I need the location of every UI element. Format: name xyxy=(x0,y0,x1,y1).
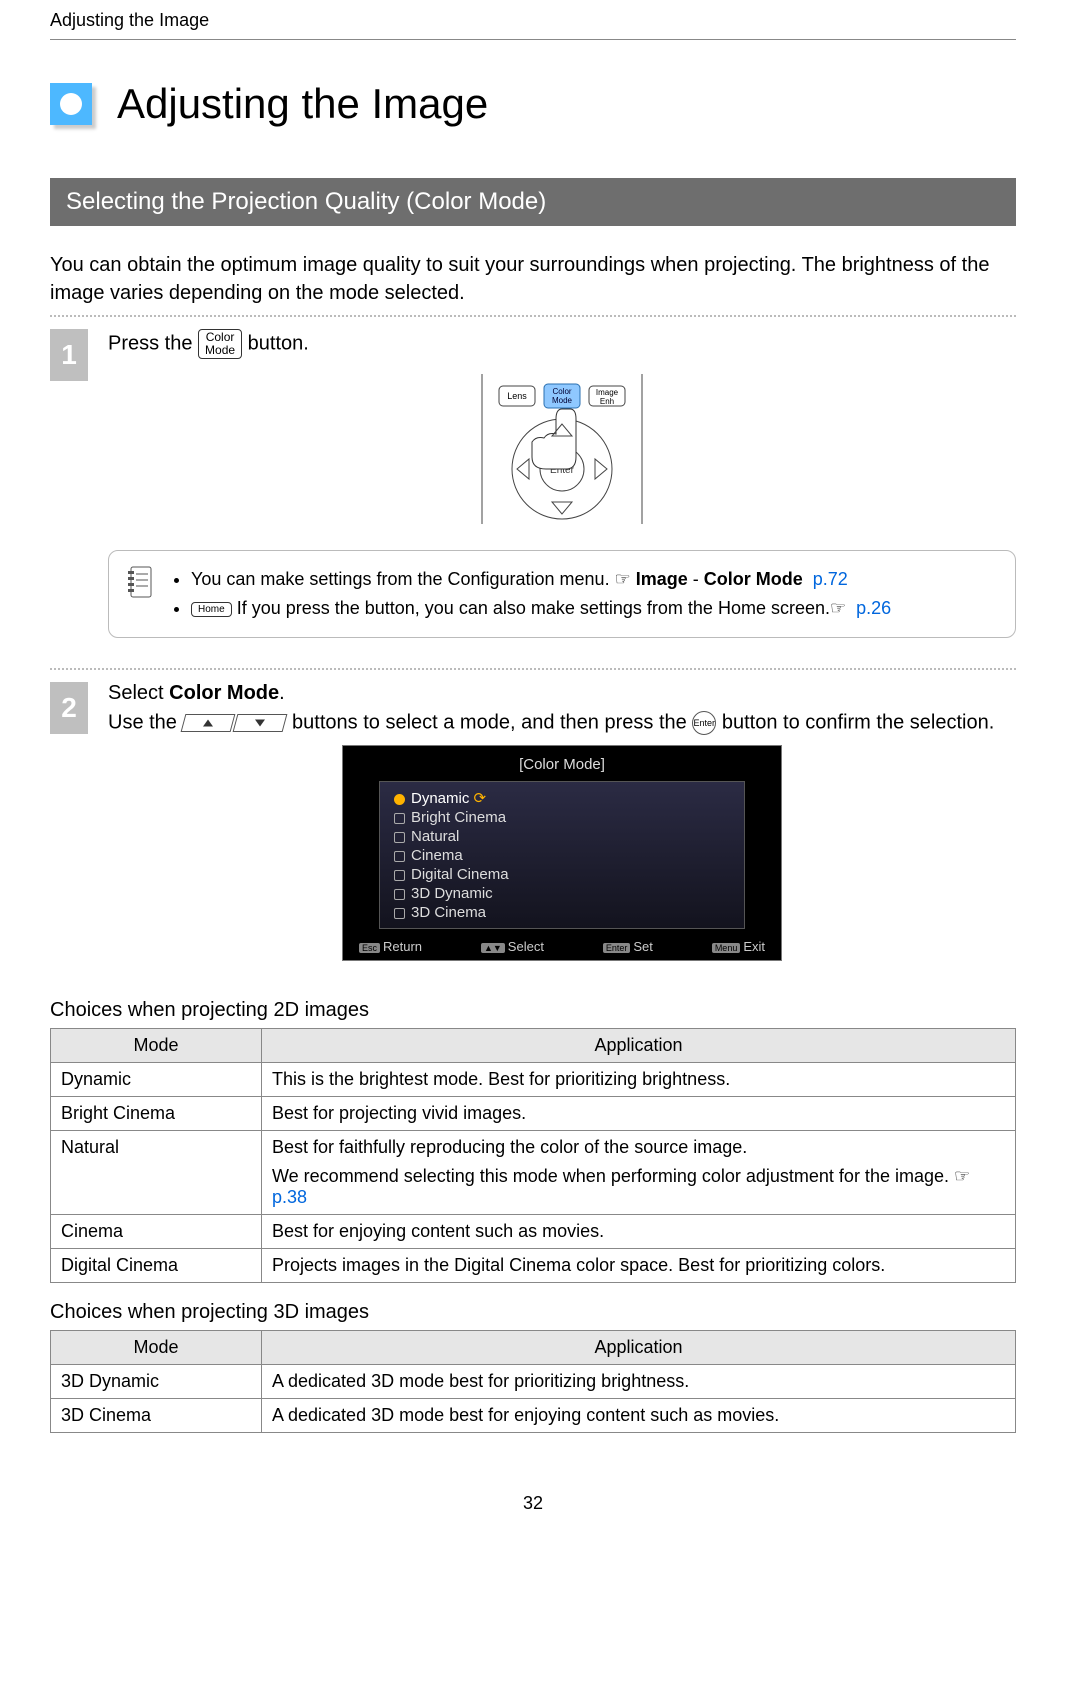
section-heading: Selecting the Projection Quality (Color … xyxy=(50,178,1016,226)
menu-item: Dynamic ⟳ xyxy=(380,788,744,808)
step-1: 1 Press the Color Mode button. Enter Len… xyxy=(50,329,1016,658)
menu-foot-return: EscReturn xyxy=(359,939,422,954)
table-row: 3D DynamicA dedicated 3D mode best for p… xyxy=(51,1364,1016,1398)
th-mode: Mode xyxy=(51,1330,262,1364)
pointer-icon: ☞ xyxy=(615,569,636,589)
th-app: Application xyxy=(262,1330,1016,1364)
table-2d-modes: Mode Application DynamicThis is the brig… xyxy=(50,1028,1016,1283)
menu-item: Cinema xyxy=(380,846,744,865)
step-number: 1 xyxy=(50,329,88,381)
note-line-2: Home If you press the button, you can al… xyxy=(191,594,891,623)
imageenh-label: Image xyxy=(596,388,619,397)
enter-button-icon: Enter xyxy=(692,711,716,735)
th-mode: Mode xyxy=(51,1028,262,1062)
link-p26[interactable]: p.26 xyxy=(856,598,891,618)
menu-item: Natural xyxy=(380,827,744,846)
table-row: 3D CinemaA dedicated 3D mode best for en… xyxy=(51,1398,1016,1432)
title-row: Adjusting the Image xyxy=(50,80,1016,128)
link-p38[interactable]: p.38 xyxy=(272,1187,307,1207)
menu-foot-set: EnterSet xyxy=(603,939,653,954)
intro-paragraph: You can obtain the optimum image quality… xyxy=(50,251,1016,307)
step1-text-before: Press the xyxy=(108,332,198,354)
pointer-icon: ☞ xyxy=(830,598,846,618)
lens-label: Lens xyxy=(507,391,527,401)
note-icon xyxy=(127,565,155,599)
table3d-caption: Choices when projecting 3D images xyxy=(50,1301,1016,1324)
table-row: CinemaBest for enjoying content such as … xyxy=(51,1214,1016,1248)
link-p72[interactable]: p.72 xyxy=(813,569,848,589)
down-button-icon xyxy=(233,714,288,732)
menu-item: Digital Cinema xyxy=(380,865,744,884)
separator xyxy=(50,668,1016,670)
table-row: DynamicThis is the brightest mode. Best … xyxy=(51,1062,1016,1096)
table-row: Digital CinemaProjects images in the Dig… xyxy=(51,1248,1016,1282)
running-head: Adjusting the Image xyxy=(50,0,1016,40)
table2d-caption: Choices when projecting 2D images xyxy=(50,999,1016,1022)
menu-item: 3D Cinema xyxy=(380,903,744,922)
menu-foot-exit: MenuExit xyxy=(712,939,765,954)
bullet-icon xyxy=(50,83,92,125)
menu-item: 3D Dynamic xyxy=(380,884,744,903)
step-number: 2 xyxy=(50,682,88,734)
note-box: You can make settings from the Configura… xyxy=(108,550,1016,638)
colormode-label: Color xyxy=(552,387,571,396)
page-title: Adjusting the Image xyxy=(117,80,488,128)
separator xyxy=(50,315,1016,317)
menu-screenshot: [Color Mode] Dynamic ⟳Bright CinemaNatur… xyxy=(342,745,782,961)
color-mode-button-icon: Color Mode xyxy=(198,329,242,359)
table-3d-modes: Mode Application 3D DynamicA dedicated 3… xyxy=(50,1330,1016,1433)
home-button-icon: Home xyxy=(191,602,232,617)
remote-figure: Enter Lens Color Mode Image Enh xyxy=(108,374,1016,530)
table-row: Bright CinemaBest for projecting vivid i… xyxy=(51,1096,1016,1130)
svg-text:Enh: Enh xyxy=(600,397,614,406)
menu-title: [Color Mode] xyxy=(347,750,777,777)
th-app: Application xyxy=(262,1028,1016,1062)
up-button-icon xyxy=(181,714,236,732)
note-line-1: You can make settings from the Configura… xyxy=(191,565,891,594)
step-2: 2 Select Color Mode. Use the buttons to … xyxy=(50,682,1016,981)
page-number: 32 xyxy=(50,1493,1016,1514)
table-row: NaturalBest for faithfully reproducing t… xyxy=(51,1130,1016,1214)
menu-item: Bright Cinema xyxy=(380,808,744,827)
svg-text:Mode: Mode xyxy=(552,396,573,405)
menu-foot-select: ▲▼Select xyxy=(481,939,544,954)
step1-text-after: button. xyxy=(248,332,309,354)
